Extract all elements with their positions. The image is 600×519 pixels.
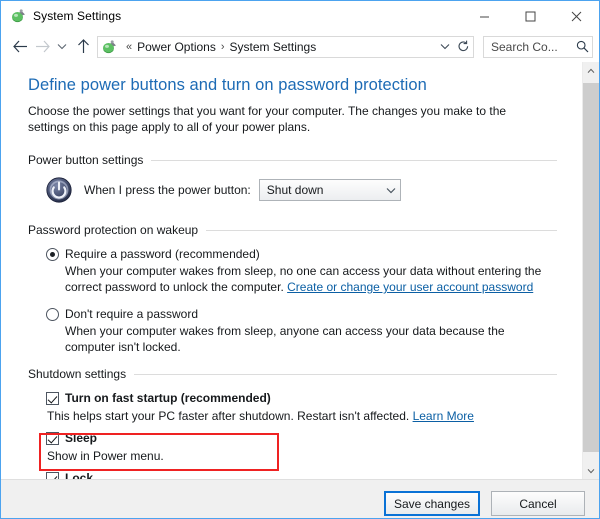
group-divider (134, 374, 557, 375)
password-protection-group: Password protection on wakeup Require a … (28, 223, 557, 355)
content-area: Define power buttons and turn on passwor… (1, 62, 599, 479)
page-title: Define power buttons and turn on passwor… (28, 76, 557, 95)
page-description: Choose the power settings that you want … (28, 103, 544, 135)
option-top: Don't require a password (46, 307, 557, 322)
option-top: Sleep (46, 431, 557, 446)
chevron-down-icon[interactable] (436, 37, 454, 57)
cancel-button[interactable]: Cancel (491, 491, 585, 516)
option-top: Lock (46, 471, 557, 479)
checkbox-fast-startup[interactable] (46, 392, 59, 405)
refresh-icon[interactable] (454, 36, 474, 58)
vertical-scrollbar[interactable] (582, 62, 599, 479)
breadcrumb-overflow[interactable]: « (121, 41, 137, 53)
group-label: Power button settings (28, 153, 151, 167)
radio-option-require-password[interactable]: Require a password (recommended) When yo… (28, 247, 557, 295)
option-description: When your computer wakes from sleep, any… (46, 323, 557, 355)
checkbox-row-fast-startup[interactable]: Turn on fast startup (recommended) (28, 391, 557, 406)
power-button-row: When I press the power button: Shut down (28, 177, 557, 203)
search-box[interactable]: Search Co... (483, 36, 593, 58)
group-divider (206, 230, 557, 231)
system-settings-window: System Settings (0, 0, 600, 519)
group-header: Shutdown settings (28, 367, 557, 381)
radio-label-dont-require-password: Don't require a password (65, 307, 198, 322)
search-icon[interactable] (572, 37, 592, 57)
forward-arrow-icon[interactable] (31, 35, 53, 59)
maximize-button[interactable] (507, 1, 553, 31)
power-button-field-label: When I press the power button: (84, 183, 251, 197)
scroll-up-arrow-icon[interactable] (583, 62, 599, 79)
checkbox-label-lock: Lock (65, 471, 93, 479)
footer-bar: Save changes Cancel (1, 479, 599, 519)
window-title: System Settings (33, 9, 121, 23)
option-top: Require a password (recommended) (46, 247, 557, 262)
power-button-settings-group: Power button settings (28, 153, 557, 203)
checkbox-description-sleep: Show in Power menu. (28, 448, 557, 464)
content-inner: Define power buttons and turn on passwor… (1, 62, 579, 479)
radio-dont-require-password[interactable] (46, 308, 59, 321)
checkbox-label-sleep: Sleep (65, 431, 97, 446)
save-changes-button[interactable]: Save changes (384, 491, 480, 516)
breadcrumb-item-power-options[interactable]: Power Options (137, 40, 216, 54)
search-input[interactable]: Search Co... (484, 40, 572, 54)
power-button-action-select[interactable]: Shut down (259, 179, 401, 201)
radio-require-password[interactable] (46, 248, 59, 261)
power-button-icon (46, 177, 72, 203)
group-label: Shutdown settings (28, 367, 134, 381)
checkbox-row-sleep[interactable]: Sleep (28, 431, 557, 446)
chevron-down-icon (382, 187, 400, 194)
breadcrumb-item-system-settings[interactable]: System Settings (230, 40, 317, 54)
create-change-password-link[interactable]: Create or change your user account passw… (287, 280, 533, 294)
group-label: Password protection on wakeup (28, 223, 206, 237)
option-description: When your computer wakes from sleep, no … (46, 263, 557, 295)
group-header: Password protection on wakeup (28, 223, 557, 237)
power-button-action-value: Shut down (260, 183, 382, 197)
minimize-button[interactable] (461, 1, 507, 31)
shutdown-settings-group: Shutdown settings Turn on fast startup (… (28, 367, 557, 479)
group-divider (151, 160, 557, 161)
learn-more-link[interactable]: Learn More (413, 409, 474, 423)
checkbox-label-fast-startup: Turn on fast startup (recommended) (65, 391, 271, 406)
checkbox-description-text: This helps start your PC faster after sh… (47, 409, 413, 423)
back-arrow-icon[interactable] (9, 35, 31, 59)
up-arrow-icon[interactable] (71, 35, 95, 59)
group-header: Power button settings (28, 153, 557, 167)
title-bar: System Settings (1, 1, 599, 31)
scrollbar-track[interactable] (583, 79, 599, 462)
radio-option-no-password[interactable]: Don't require a password When your compu… (28, 307, 557, 355)
power-options-icon (101, 39, 117, 55)
navigation-bar: « Power Options › System Settings Search… (1, 31, 599, 62)
option-top: Turn on fast startup (recommended) (46, 391, 557, 406)
checkbox-description-fast-startup: This helps start your PC faster after sh… (28, 408, 557, 424)
recent-locations-icon[interactable] (53, 35, 71, 59)
checkbox-lock[interactable] (46, 472, 59, 479)
scroll-down-arrow-icon[interactable] (583, 462, 599, 479)
checkbox-row-lock[interactable]: Lock (28, 471, 557, 479)
scrollbar-thumb[interactable] (583, 83, 599, 452)
checkbox-sleep[interactable] (46, 432, 59, 445)
address-bar[interactable]: « Power Options › System Settings (97, 36, 455, 58)
radio-label-require-password: Require a password (recommended) (65, 247, 260, 262)
breadcrumb-separator: › (216, 41, 230, 53)
close-button[interactable] (553, 1, 599, 31)
power-options-icon (10, 8, 26, 24)
window-controls (461, 1, 599, 31)
